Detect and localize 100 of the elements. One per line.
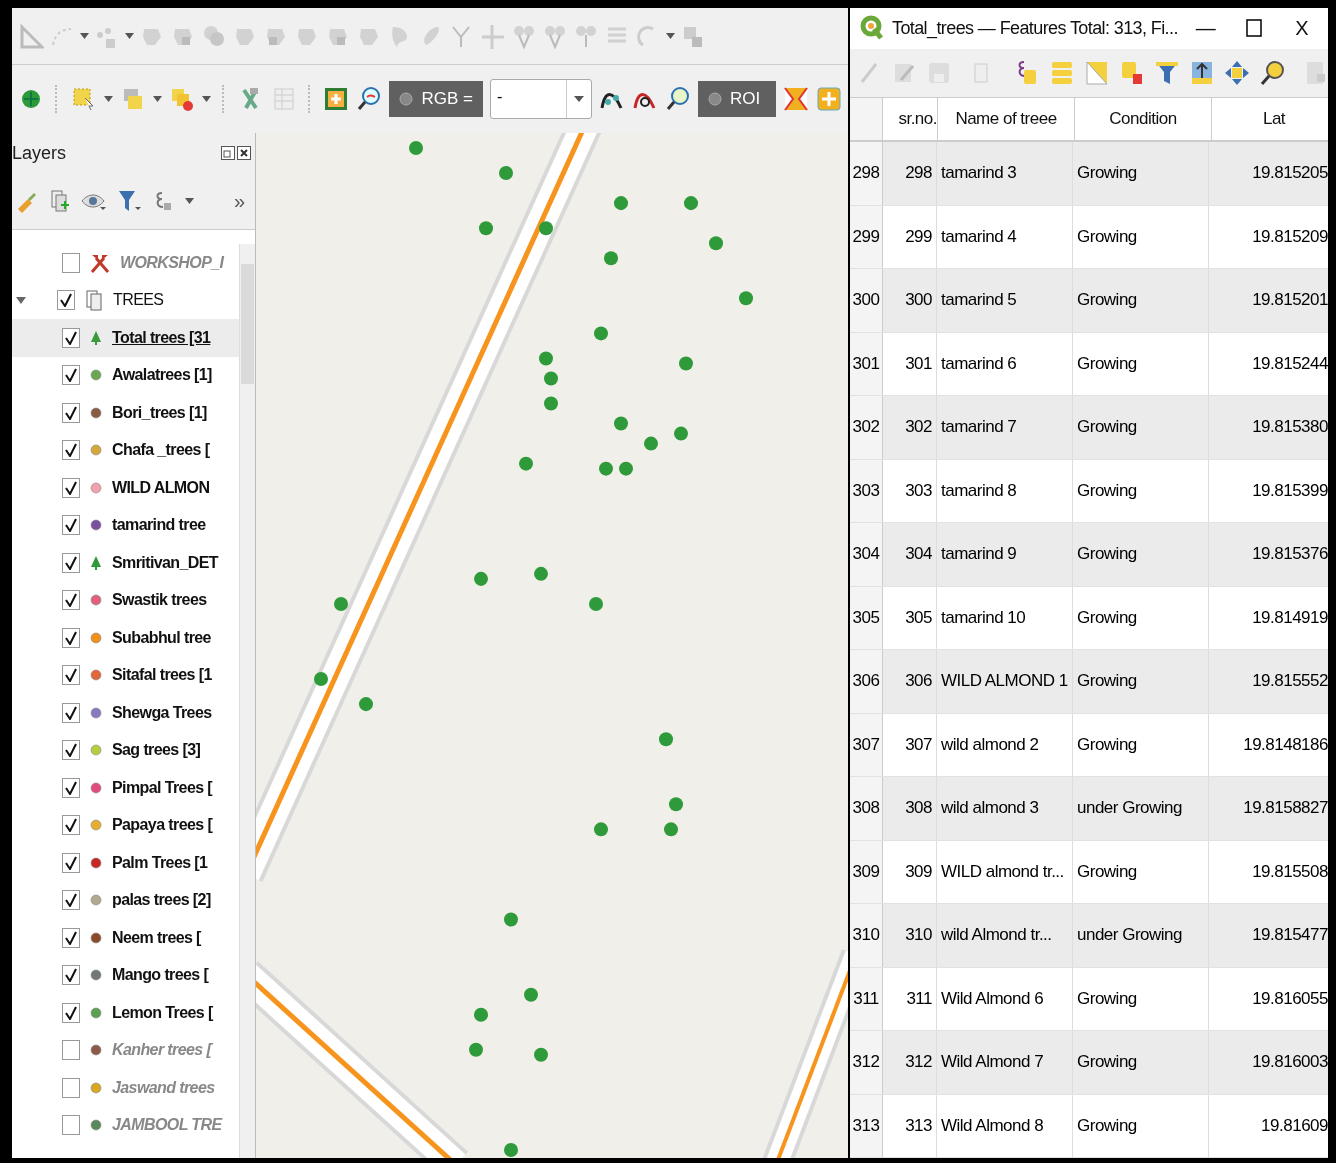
close-button[interactable]: X (1281, 16, 1322, 40)
layer-name[interactable]: Jaswand trees (112, 1078, 215, 1097)
row-number[interactable]: 299 (850, 205, 883, 268)
zoom-icon[interactable] (356, 86, 383, 112)
roi-icon[interactable] (783, 86, 809, 112)
layer-name[interactable]: WORKSHOP_I (120, 253, 224, 272)
row-number[interactable]: 305 (850, 586, 883, 649)
checkbox[interactable] (57, 290, 75, 311)
layer-name[interactable]: Lemon Trees [ (112, 1003, 213, 1022)
layer-name[interactable]: Shewga Trees (112, 703, 212, 722)
layer-name[interactable]: Neem trees [ (112, 928, 201, 947)
raster-add-icon[interactable] (323, 86, 350, 112)
radio-icon[interactable] (708, 92, 722, 106)
layer-name[interactable]: Awalatrees [1] (112, 366, 212, 385)
checkbox[interactable] (62, 777, 80, 798)
checkbox[interactable] (62, 365, 80, 386)
caret-icon[interactable] (152, 96, 162, 102)
layer-name[interactable]: Papaya trees [ (112, 816, 213, 835)
row-number[interactable]: 308 (850, 777, 883, 840)
layer-name[interactable]: tamarind tree (112, 516, 206, 535)
layer-name[interactable]: Sag trees [3] (112, 741, 201, 760)
checkbox[interactable] (62, 627, 80, 648)
checkbox[interactable] (62, 327, 80, 348)
row-number[interactable]: 298 (850, 142, 883, 205)
caret-icon[interactable] (125, 33, 134, 39)
checkbox[interactable] (62, 590, 80, 611)
checkbox[interactable] (62, 402, 80, 423)
expand-arrow-icon[interactable] (16, 295, 26, 306)
band-dropdown[interactable]: - (490, 79, 592, 119)
filter-icon[interactable] (1154, 59, 1180, 86)
layer-name[interactable]: Pimpal Trees [ (112, 778, 213, 797)
caret-icon[interactable] (80, 33, 89, 39)
scrollbar[interactable] (239, 244, 255, 1158)
layer-name[interactable]: palas trees [2] (112, 891, 211, 910)
checkbox[interactable] (62, 515, 80, 536)
row-number[interactable]: 312 (850, 1031, 883, 1094)
row-number[interactable]: 311 (850, 967, 883, 1030)
caret-icon[interactable] (666, 33, 675, 39)
layer-name[interactable]: Total trees [31 (112, 328, 211, 347)
band-toggle[interactable]: RGB = (389, 81, 483, 117)
row-number[interactable]: 303 (850, 459, 883, 522)
caret-icon[interactable] (103, 96, 113, 102)
row-number[interactable]: 302 (850, 396, 883, 459)
filter-icon[interactable] (117, 189, 143, 213)
checkbox[interactable] (62, 890, 80, 911)
layer-name[interactable]: WILD ALMON (112, 478, 210, 497)
row-number[interactable]: 306 (850, 650, 883, 713)
layer-name[interactable]: TREES (113, 291, 164, 310)
checkbox[interactable] (62, 1002, 80, 1023)
checkbox[interactable] (62, 927, 80, 948)
checkbox[interactable] (62, 252, 80, 273)
layer-name[interactable]: Bori_trees [1] (112, 403, 207, 422)
deselect-icon[interactable] (1119, 59, 1145, 86)
checkbox[interactable] (62, 552, 80, 573)
layer-name[interactable]: Palm Trees [1 (112, 853, 208, 872)
checkbox[interactable] (62, 477, 80, 498)
radio-icon[interactable] (399, 92, 414, 106)
layer-name[interactable]: Kanher trees [ (112, 1041, 212, 1060)
layer-name[interactable]: Smritivan_DET (112, 553, 218, 572)
move-to-top-icon[interactable] (1189, 59, 1215, 86)
row-number[interactable]: 313 (850, 1094, 883, 1157)
row-number[interactable]: 307 (850, 713, 883, 776)
caret-icon[interactable] (574, 96, 584, 102)
roi-toggle[interactable]: ROI (698, 81, 776, 117)
float-icon[interactable] (221, 146, 235, 160)
caret-icon[interactable] (185, 198, 194, 204)
checkbox[interactable] (62, 702, 80, 723)
layer-name[interactable]: Sitafal trees [1 (112, 666, 212, 685)
pan-icon[interactable] (1224, 59, 1250, 86)
column-header[interactable]: Condition (1075, 98, 1212, 140)
checkbox[interactable] (62, 1115, 80, 1136)
overflow-toggle[interactable]: » (233, 189, 245, 213)
row-number[interactable]: 300 (850, 269, 883, 332)
layer-name[interactable]: Swastik trees (112, 591, 207, 610)
column-header[interactable]: Name of treee (938, 98, 1075, 140)
row-number[interactable]: 309 (850, 840, 883, 903)
checkbox[interactable] (62, 1040, 80, 1061)
selected-row-highlight[interactable]: Total trees [31 (12, 319, 239, 357)
checkbox[interactable] (62, 1077, 80, 1098)
add-icon[interactable] (816, 86, 842, 112)
row-number[interactable]: 304 (850, 523, 883, 586)
column-header[interactable]: sr.no. (883, 98, 938, 140)
layer-name[interactable]: Subabhul tree (112, 628, 211, 647)
zoom-icon[interactable] (665, 86, 691, 112)
layer-name[interactable]: JAMBOOL TRE (112, 1116, 222, 1135)
column-header[interactable]: Lat (1212, 98, 1328, 140)
scroll-thumb[interactable] (241, 264, 254, 384)
layer-name[interactable]: Chafa _trees [ (112, 441, 210, 460)
row-number[interactable]: 310 (850, 904, 883, 967)
minimize-button[interactable]: — (1185, 16, 1226, 40)
close-icon[interactable] (237, 146, 251, 160)
checkbox[interactable] (62, 440, 80, 461)
caret-icon[interactable] (201, 96, 211, 102)
row-number[interactable]: 301 (850, 332, 883, 395)
checkbox[interactable] (62, 740, 80, 761)
checkbox[interactable] (62, 965, 80, 986)
zoom-icon[interactable] (1259, 59, 1285, 86)
checkbox[interactable] (62, 665, 80, 686)
checkbox[interactable] (62, 815, 80, 836)
checkbox[interactable] (62, 852, 80, 873)
